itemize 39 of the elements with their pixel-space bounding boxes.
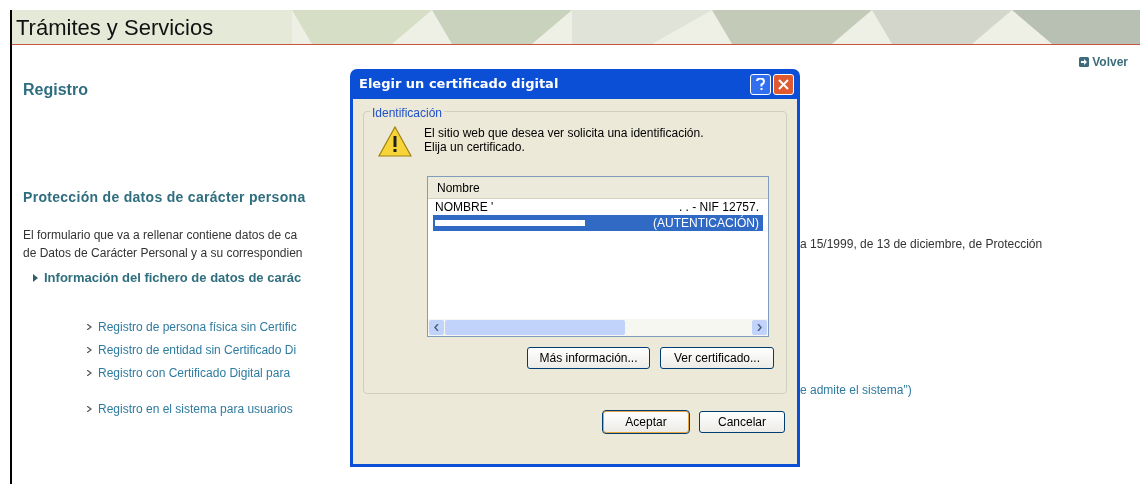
dialog-button[interactable]: Aceptar (603, 411, 689, 433)
registration-link[interactable]: Registro de entidad sin Certificado Di (98, 340, 297, 359)
dialog-message: Elija un certificado. (424, 140, 526, 154)
certificate-row[interactable]: (AUTENTICACIÓN) (433, 215, 763, 231)
registration-link[interactable]: Registro de persona física sin Certific (98, 317, 297, 336)
close-icon (778, 78, 789, 90)
arrow-icon (1079, 57, 1090, 67)
row-text: NOMBRE ' (435, 199, 494, 216)
page-heading: Registro (23, 80, 89, 100)
close-button[interactable] (773, 73, 794, 95)
triangle-icon (33, 273, 38, 282)
chevron-icon (87, 369, 92, 376)
help-button[interactable] (750, 73, 771, 95)
back-link[interactable]: Volver (1092, 53, 1128, 71)
registration-link[interactable]: Registro en el sistema para usuarios (98, 399, 293, 418)
paragraph-text: El formulario que va a rellenar contiene datos de ca (23, 227, 299, 244)
dialog-title: Elegir un certificado digital (359, 75, 559, 94)
dialog-button[interactable]: Ver certificado... (660, 347, 774, 369)
registration-link[interactable]: Registro con Certificado Digital para (98, 363, 291, 382)
dialog-message: El sitio web que desea ver solicita una identificación. (424, 126, 704, 140)
chevron-icon (87, 346, 92, 353)
dialog-button[interactable]: Más información... (527, 347, 650, 369)
paragraph-text: de Datos de Carácter Personal y a su correspondien (23, 245, 304, 262)
certificate-list[interactable]: Nombre NOMBRE ' . . - NIF 12757. (AUTENTICACIÓN) (427, 176, 769, 337)
help-icon (756, 77, 765, 91)
horizontal-scrollbar[interactable] (428, 319, 768, 336)
chevron-icon (87, 323, 92, 330)
certificate-row[interactable]: NOMBRE ' . . - NIF 12757. (433, 199, 763, 215)
row-text: . . - NIF 12757. (678, 199, 759, 215)
info-link[interactable]: Información del fichero de datos de carác (44, 268, 302, 288)
dialog-button[interactable]: Cancelar (699, 411, 785, 433)
section-title: Protección de datos de carácter persona (23, 188, 307, 207)
column-header[interactable]: Nombre (437, 178, 480, 197)
warning-icon (378, 126, 412, 158)
paragraph-text: a 15/1999, de 13 de diciembre, de Protección (800, 236, 1044, 253)
registration-link[interactable]: e admite el sistema") (800, 381, 1128, 399)
chevron-icon (87, 405, 92, 412)
header-title: Trámites y Servicios (16, 15, 214, 41)
row-text: (AUTENTICACIÓN) (653, 214, 759, 232)
